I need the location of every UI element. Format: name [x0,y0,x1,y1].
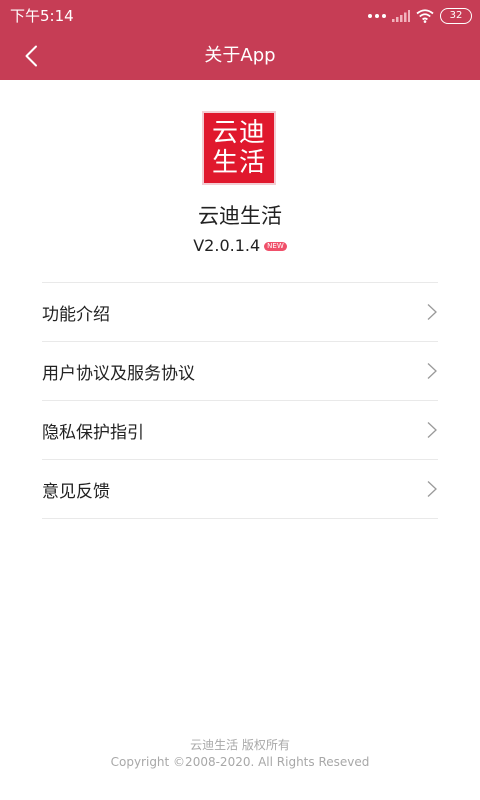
menu-item-user-agreement[interactable]: 用户协议及服务协议 [42,342,438,401]
menu-item-privacy[interactable]: 隐私保护指引 [42,401,438,460]
menu-item-label: 功能介绍 [42,304,110,325]
menu-item-label: 隐私保护指引 [42,422,144,443]
header-bar: 关于App [0,32,480,80]
status-icons: 32 [368,6,472,26]
status-time: 下午5:14 [10,7,74,25]
logo-text-line2: 生活 [211,148,266,178]
status-bar: 下午5:14 32 [0,0,480,32]
version-row: V2.0.1.4 NEW [0,236,480,255]
back-button[interactable] [14,40,48,72]
dots-icon [368,14,386,18]
app-logo: 云迪 生活 [204,113,274,183]
chevron-right-icon [427,422,437,438]
chevron-right-icon [427,363,437,379]
menu-item-feedback[interactable]: 意见反馈 [42,460,438,519]
back-arrow-icon [25,45,37,67]
menu-item-label: 用户协议及服务协议 [42,363,195,384]
footer-copyright-cn: 云迪生活 版权所有 [190,738,290,752]
new-badge: NEW [264,242,287,251]
menu-item-features[interactable]: 功能介绍 [42,283,438,342]
app-version: V2.0.1.4 [193,236,261,255]
battery-icon: 32 [440,8,472,24]
footer: 云迪生活 版权所有 Copyright ©2008-2020. All Righ… [0,737,480,771]
menu-item-label: 意见反馈 [42,481,110,502]
logo-text-line1: 云迪 [211,118,266,148]
about-menu: 功能介绍 用户协议及服务协议 隐私保护指引 意见反馈 [42,282,438,519]
chevron-right-icon [427,481,437,497]
page-title: 关于App [204,45,276,66]
footer-copyright-en: Copyright ©2008-2020. All Rights Reseved [110,755,370,769]
chevron-right-icon [427,304,437,320]
app-name: 云迪生活 [198,204,282,228]
wifi-icon [416,9,434,23]
signal-icon [392,10,410,22]
